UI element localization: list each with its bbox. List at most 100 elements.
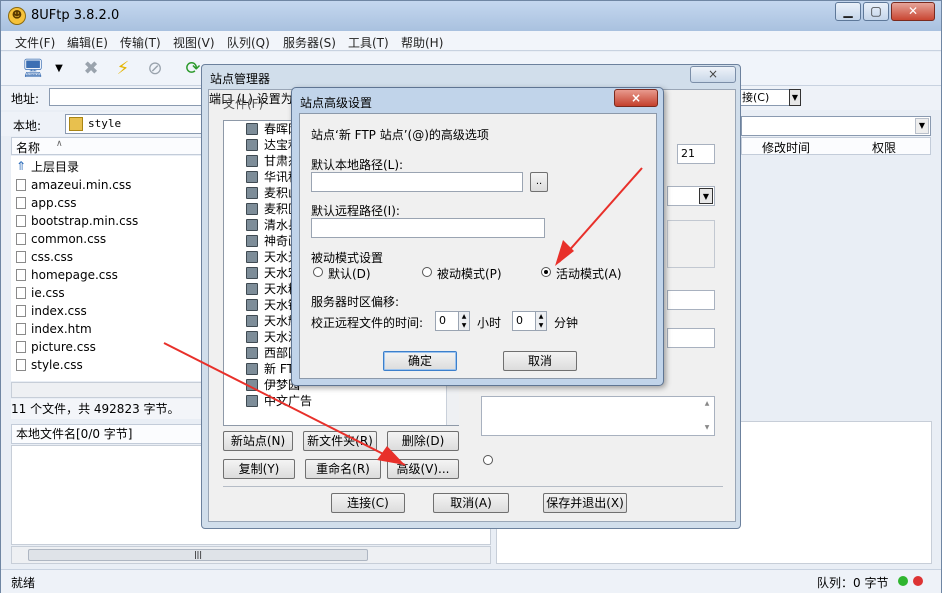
- file-icon: [16, 251, 26, 263]
- remote-col-mtime[interactable]: 修改时间: [762, 139, 810, 156]
- radio-active-label: 活动模式(A): [556, 267, 622, 281]
- status-led-green-icon: [898, 576, 908, 586]
- ok-button[interactable]: 确定: [383, 351, 457, 371]
- menu-server[interactable]: 服务器(S): [283, 34, 336, 51]
- hours-input[interactable]: 0: [435, 311, 459, 331]
- connect-dropdown-arrow-icon[interactable]: ▼: [789, 89, 801, 106]
- menu-tools[interactable]: 工具(T): [348, 34, 389, 51]
- local-file-list: ⇑ 上层目录 amazeui.min.css app.css bootstrap.…: [11, 156, 211, 381]
- up-arrow-icon: ⇑: [16, 159, 27, 173]
- list-item[interactable]: app.css: [16, 194, 77, 212]
- delete-button[interactable]: 删除(D): [387, 431, 459, 451]
- minutes-input[interactable]: 0: [512, 311, 536, 331]
- server-icon: [246, 363, 258, 375]
- menu-view[interactable]: 视图(V): [173, 34, 215, 51]
- menu-edit[interactable]: 编辑(E): [67, 34, 108, 51]
- server-icon: [246, 139, 258, 151]
- minimize-button[interactable]: ▁: [835, 2, 861, 21]
- local-label: 本地:: [13, 119, 42, 133]
- list-item[interactable]: homepage.css: [16, 266, 118, 284]
- new-folder-button[interactable]: 新文件夹(R): [303, 431, 377, 451]
- advanced-settings-dialog: 站点高级设置 × 站点‘新 FTP 站点’(@)的高级选项 默认本地路径(L):…: [291, 87, 664, 386]
- local-col-name[interactable]: 名称: [16, 139, 40, 156]
- user-input[interactable]: [667, 290, 715, 310]
- site-item[interactable]: 中文广告: [244, 393, 312, 409]
- port-input[interactable]: 21: [677, 144, 715, 164]
- remote-path-input[interactable]: [741, 116, 931, 136]
- list-item[interactable]: bootstrap.min.css: [16, 212, 138, 230]
- list-item[interactable]: ⇑ 上层目录: [16, 158, 79, 176]
- site-manager-icon[interactable]: 🖥: [21, 57, 45, 81]
- radio-default[interactable]: [313, 267, 323, 277]
- site-manager-close-button[interactable]: ×: [690, 66, 736, 83]
- list-item[interactable]: picture.css: [16, 338, 96, 356]
- server-icon: [246, 123, 258, 135]
- menu-help[interactable]: 帮助(H): [401, 34, 443, 51]
- server-icon: [246, 251, 258, 263]
- copy-button[interactable]: 复制(Y): [223, 459, 295, 479]
- file-icon: [16, 359, 26, 371]
- stop-icon[interactable]: ⊘: [143, 57, 167, 81]
- menu-file[interactable]: 文件(F): [15, 34, 55, 51]
- advanced-cancel-button[interactable]: 取消: [503, 351, 577, 371]
- local-path-input[interactable]: style: [65, 114, 211, 134]
- advanced-button[interactable]: 高级(V)...: [387, 459, 459, 479]
- local-horizontal-scrollbar[interactable]: [11, 382, 211, 398]
- list-item[interactable]: index.htm: [16, 320, 92, 338]
- address-input[interactable]: [49, 88, 209, 106]
- timezone-label: 服务器时区偏移:: [311, 295, 400, 309]
- advanced-close-button[interactable]: ×: [614, 89, 658, 107]
- password-input[interactable]: [667, 328, 715, 348]
- comments-textarea[interactable]: [481, 396, 715, 436]
- list-item[interactable]: style.css: [16, 356, 83, 374]
- disconnect-icon[interactable]: ✖: [79, 57, 103, 81]
- minutes-spinner[interactable]: ▲ ▼: [535, 311, 547, 331]
- close-button[interactable]: ✕: [891, 2, 935, 21]
- local-path-bar: 本地: style: [1, 112, 211, 136]
- status-text: 就绪: [11, 576, 36, 590]
- quick-connect-icon[interactable]: ⚡: [111, 57, 135, 81]
- save-exit-button[interactable]: 保存并退出(X): [543, 493, 627, 513]
- list-item[interactable]: ie.css: [16, 284, 65, 302]
- server-icon: [246, 283, 258, 295]
- file-icon: [16, 197, 26, 209]
- remote-path-arrow-icon[interactable]: ▼: [915, 118, 929, 134]
- menu-queue[interactable]: 队列(Q): [227, 34, 270, 51]
- menu-transfer[interactable]: 传输(T): [120, 34, 161, 51]
- dropdown-arrow-icon[interactable]: ▼: [47, 57, 71, 81]
- cancel-button[interactable]: 取消(A): [433, 493, 509, 513]
- server-icon: [246, 155, 258, 167]
- remote-col-perm[interactable]: 权限: [872, 139, 896, 156]
- radio-passive[interactable]: [422, 267, 432, 277]
- maximize-button[interactable]: ▢: [863, 2, 889, 21]
- list-item[interactable]: css.css: [16, 248, 73, 266]
- advanced-heading: 站点‘新 FTP 站点’(@)的高级选项: [311, 128, 489, 142]
- browse-button[interactable]: ..: [530, 172, 548, 192]
- server-icon: [246, 315, 258, 327]
- new-site-button[interactable]: 新站点(N): [223, 431, 293, 451]
- list-item[interactable]: common.css: [16, 230, 106, 248]
- file-icon: [16, 341, 26, 353]
- radio-active[interactable]: [541, 267, 551, 277]
- file-icon: [16, 305, 26, 317]
- comments-scrollbar[interactable]: ▲ ▼: [701, 398, 713, 434]
- default-site-radio[interactable]: [483, 455, 493, 465]
- file-icon: [16, 323, 26, 335]
- queue-header[interactable]: 本地文件名[0/0 字节]: [11, 424, 211, 444]
- remote-path-field[interactable]: [311, 218, 545, 238]
- address-label: 地址:: [11, 92, 40, 106]
- hours-spinner[interactable]: ▲ ▼: [458, 311, 470, 331]
- login-options-box: [667, 220, 715, 268]
- scrollbar-thumb[interactable]: |||: [28, 549, 368, 561]
- passive-group-label: 被动模式设置: [311, 251, 384, 265]
- list-item[interactable]: index.css: [16, 302, 87, 320]
- local-path-field[interactable]: [311, 172, 523, 192]
- queue-horizontal-scrollbar[interactable]: |||: [11, 546, 491, 564]
- list-item[interactable]: amazeui.min.css: [16, 176, 131, 194]
- connect-button[interactable]: 连接(C): [331, 493, 405, 513]
- site-manager-title: 站点管理器: [210, 72, 271, 86]
- server-icon: [246, 347, 258, 359]
- rename-button[interactable]: 重命名(R): [305, 459, 381, 479]
- server-type-arrow-icon[interactable]: ▼: [699, 188, 713, 204]
- site-manager-file-menu[interactable]: 文件(F): [223, 95, 263, 112]
